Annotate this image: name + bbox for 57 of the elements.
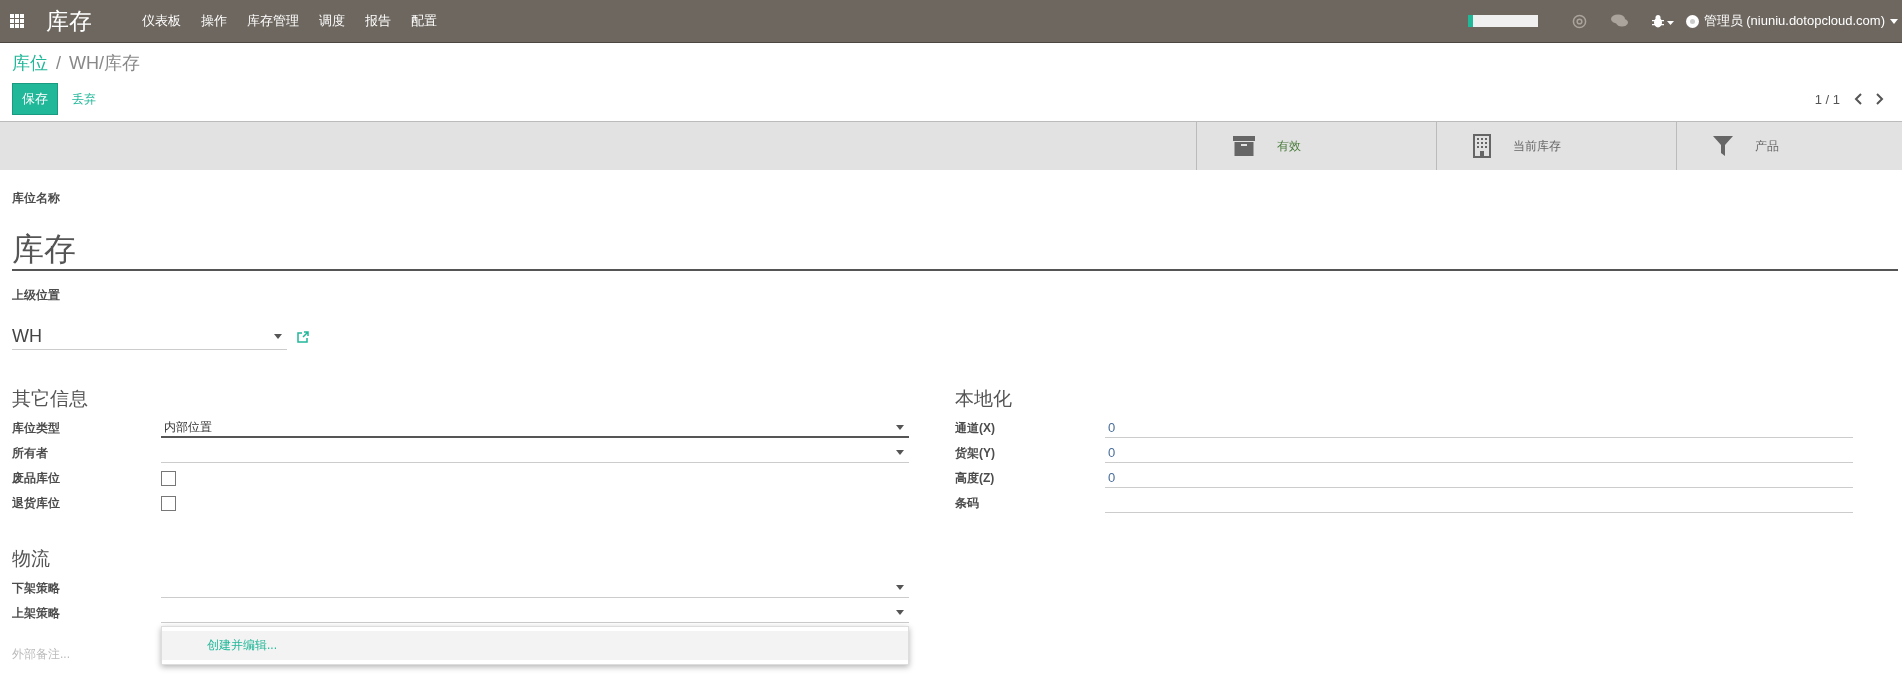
apps-menu-icon[interactable] (10, 14, 24, 28)
field-label: 库位名称 (12, 190, 61, 207)
archive-box-icon (1233, 136, 1255, 156)
field-label: 通道(X) (955, 419, 996, 437)
field-label: 下架策略 (12, 579, 61, 597)
chat-bubbles-icon[interactable] (1610, 14, 1628, 28)
stat-button-label: 有效 (1277, 137, 1301, 155)
menu-item[interactable]: 库存管理 (237, 12, 309, 30)
caret-icon (896, 424, 904, 430)
select-field[interactable]: 内部位置 (161, 418, 909, 438)
stat-button[interactable]: 当前库存 (1436, 122, 1676, 170)
menu-item[interactable]: 报告 (355, 12, 401, 30)
breadcrumb-separator: / (56, 53, 61, 74)
name-field[interactable]: 库存 (12, 207, 1898, 271)
caret-icon (896, 585, 904, 590)
field-label: 条码 (955, 494, 980, 512)
field-label: 所有者 (12, 444, 49, 462)
group-title: 本地化 (955, 387, 1013, 411)
next-icon[interactable] (1876, 93, 1884, 105)
group-title: 物流 (12, 547, 51, 571)
caret-icon (896, 610, 904, 615)
caret-icon (896, 450, 904, 455)
group-title: 其它信息 (12, 387, 89, 411)
caret-icon (274, 334, 282, 339)
progress-meter (1467, 15, 1538, 27)
breadcrumb-current: WH/库存 (69, 52, 140, 75)
avatar-icon (1685, 14, 1699, 28)
field-label: 货架(Y) (955, 444, 996, 462)
input-field[interactable]: 0 (1105, 443, 1853, 463)
stat-button[interactable]: 有效 (1196, 122, 1436, 170)
menu-item[interactable]: 仪表板 (132, 12, 191, 30)
app-title: 库存 (46, 6, 92, 36)
menu-item[interactable]: 调度 (309, 12, 355, 30)
pager-count: 1 / 1 (1814, 91, 1840, 107)
previous-icon[interactable] (1854, 93, 1862, 105)
building-icon (1473, 134, 1491, 158)
caret-icon (1890, 18, 1898, 24)
menu-item[interactable]: 操作 (191, 12, 237, 30)
field-label: 退货库位 (12, 494, 61, 512)
field-label: 高度(Z) (955, 469, 996, 487)
input-field[interactable]: 0 (1105, 468, 1853, 488)
bug-icon[interactable] (1651, 14, 1674, 28)
user-menu[interactable]: 管理员 (niuniu.dotopcloud.com) (1685, 12, 1902, 30)
stat-button-label: 当前库存 (1513, 137, 1561, 155)
stat-button-label: 产品 (1755, 137, 1779, 155)
parent-location-field[interactable]: WH (12, 324, 287, 350)
field-label: 废品库位 (12, 469, 61, 487)
filter-icon (1713, 136, 1733, 156)
input-field[interactable]: 0 (1105, 418, 1853, 438)
external-link-icon[interactable] (297, 331, 309, 343)
stat-button[interactable]: 产品 (1676, 122, 1902, 170)
checkbox[interactable] (161, 470, 176, 486)
field-label: 上架策略 (12, 604, 61, 622)
checkbox[interactable] (161, 495, 176, 511)
field-label: 上级位置 (12, 287, 61, 304)
field-label: 库位类型 (12, 419, 61, 437)
menu-item[interactable]: 配置 (401, 12, 447, 30)
